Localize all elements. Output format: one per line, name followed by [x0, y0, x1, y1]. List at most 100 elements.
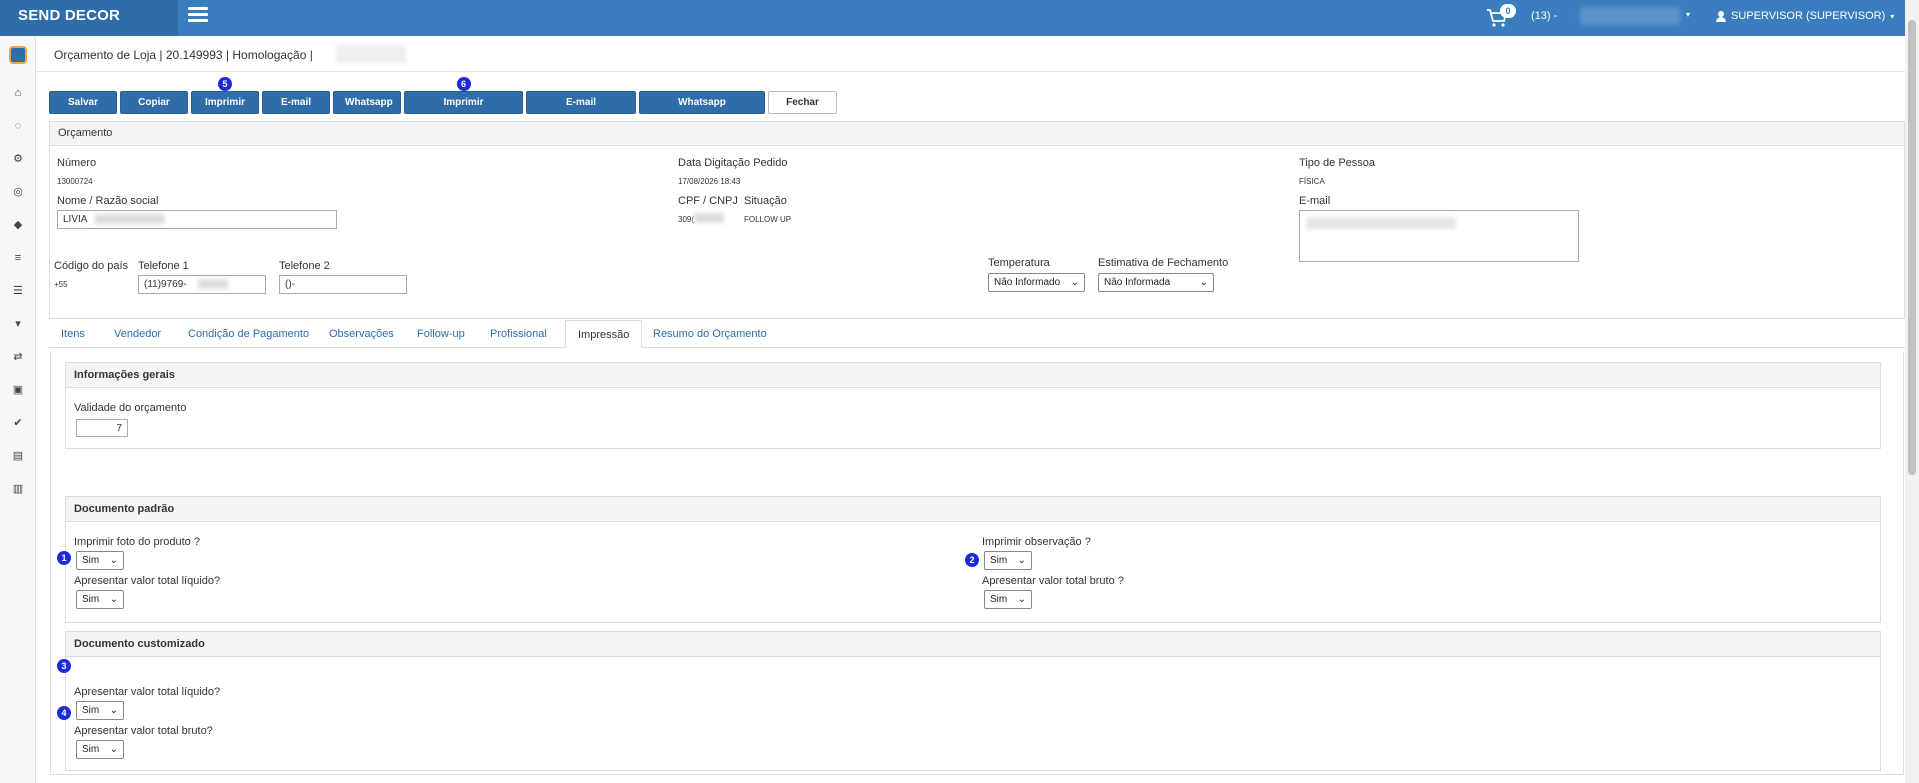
page-scrollbar[interactable] — [1905, 0, 1919, 783]
copy-button[interactable]: Copiar — [120, 91, 188, 114]
store-name-redacted — [1580, 7, 1680, 25]
spinner-icon[interactable]: ◌ — [12, 120, 24, 132]
imprimir-observacao-label: Imprimir observação ? — [982, 536, 1091, 548]
step-badge: 4 — [57, 706, 71, 720]
whatsapp-button[interactable]: Whatsapp — [333, 91, 401, 114]
home-icon[interactable]: ⌂ — [12, 87, 24, 99]
check-icon[interactable]: ✔ — [12, 417, 24, 429]
validade-value: 7 — [116, 423, 122, 434]
valor-bruto-label: Apresentar valor total bruto ? — [982, 575, 1124, 587]
tab-impressao[interactable]: Impressão — [565, 320, 643, 348]
panel-title: Orçamento — [50, 122, 1904, 146]
telefone2-input[interactable]: ()- — [279, 275, 407, 294]
chevron-down-icon: ⌄ — [1199, 277, 1208, 288]
tab-profissional[interactable]: Profissional — [478, 320, 559, 348]
codigo-pais-value: +55 — [54, 280, 68, 289]
imprimir-foto-select[interactable]: Sim ⌄ — [76, 551, 124, 570]
page-header: Orçamento de Loja | 20.149993 | Homologa… — [36, 36, 1905, 72]
email-custom-button[interactable]: E-mail customizado — [526, 91, 636, 129]
close-button[interactable]: Fechar — [768, 91, 837, 114]
cube-icon[interactable]: ◆ — [12, 219, 24, 231]
top-navbar: SEND DECOR 0 (13) - ▾ SUPERVISOR (SUPERV… — [0, 0, 1905, 36]
validade-input[interactable]: 7 — [76, 419, 128, 437]
whatsapp-custom-button[interactable]: Whatsapp customizado — [639, 91, 765, 129]
section-title: Informações gerais — [66, 363, 1880, 388]
data-digitacao-label: Data Digitação Pedido — [678, 157, 788, 169]
app-logo-icon[interactable] — [9, 46, 27, 64]
chevron-down-icon: ⌄ — [109, 555, 118, 566]
cpf-redacted — [694, 213, 724, 223]
valor-liquido-value: Sim — [82, 594, 100, 605]
tipo-pessoa-label: Tipo de Pessoa — [1299, 157, 1376, 169]
briefcase-icon[interactable]: ▣ — [12, 384, 24, 396]
target-icon[interactable]: ◎ — [12, 186, 24, 198]
valor-liquido-select[interactable]: Sim ⌄ — [76, 590, 124, 609]
database-icon[interactable]: ≡ — [12, 252, 24, 264]
nome-redacted — [95, 214, 165, 224]
tab-vendedor[interactable]: Vendedor — [102, 320, 173, 348]
telefone1-label: Telefone 1 — [138, 260, 189, 272]
cart-icon[interactable]: ▾ — [12, 318, 24, 330]
tab-bar: Itens Vendedor Condição de Pagamento Obs… — [49, 320, 1905, 348]
estimativa-select[interactable]: Não Informada ⌄ — [1098, 273, 1214, 292]
tab-follow-up[interactable]: Follow-up — [405, 320, 477, 348]
menu-toggle-icon[interactable] — [188, 7, 208, 23]
estimativa-label: Estimativa de Fechamento — [1098, 257, 1229, 269]
orcamento-panel: Orçamento Número 13000724 Data Digitação… — [49, 121, 1905, 319]
tab-observacoes[interactable]: Observações — [317, 320, 406, 348]
user-name: SUPERVISOR (SUPERVISOR) — [1731, 10, 1886, 22]
image-icon[interactable]: ▤ — [12, 450, 24, 462]
imprimir-observacao-select[interactable]: Sim ⌄ — [984, 551, 1032, 570]
tab-resumo-orcamento[interactable]: Resumo do Orçamento — [641, 320, 779, 348]
user-menu[interactable]: SUPERVISOR (SUPERVISOR) ▾ — [1716, 10, 1894, 22]
email-button[interactable]: E-mail — [262, 91, 330, 114]
store-selector[interactable]: (13) - — [1531, 10, 1557, 22]
valor-liquido-label: Apresentar valor total líquido? — [74, 575, 221, 587]
imprimir-observacao-value: Sim — [990, 555, 1008, 566]
telefone1-redacted — [198, 279, 228, 289]
situacao-label: Situação — [744, 195, 787, 207]
section-title: Documento padrão — [66, 497, 1880, 522]
estimativa-value: Não Informada — [1104, 277, 1171, 288]
brand-logo[interactable]: SEND DECOR — [0, 0, 178, 36]
chevron-down-icon: ⌄ — [109, 744, 118, 755]
chevron-down-icon: ⌄ — [1070, 277, 1079, 288]
chart-icon[interactable]: ▥ — [12, 483, 24, 495]
documento-customizado-panel: Documento customizado Apresentar valor t… — [65, 631, 1881, 771]
valor-bruto-value: Sim — [990, 594, 1008, 605]
telefone2-value: ()- — [285, 279, 295, 290]
codigo-pais-label: Código do país — [54, 260, 128, 272]
imprimir-foto-value: Sim — [82, 555, 100, 566]
numero-value: 13000724 — [57, 177, 93, 186]
temperatura-value: Não Informado — [994, 277, 1061, 288]
tab-condicao-pagamento[interactable]: Condição de Pagamento — [176, 320, 321, 348]
exchange-icon[interactable]: ⇄ — [12, 351, 24, 363]
custom-valor-bruto-select[interactable]: Sim ⌄ — [76, 740, 124, 759]
scrollbar-thumb[interactable] — [1908, 20, 1916, 475]
chevron-down-icon[interactable]: ▾ — [1686, 10, 1690, 19]
data-digitacao-value: 17/08/2026 18:43 — [678, 177, 741, 186]
custom-valor-liquido-select[interactable]: Sim ⌄ — [76, 701, 124, 720]
title-redacted — [336, 45, 406, 63]
email-redacted — [1306, 217, 1456, 229]
print-custom-button[interactable]: Imprimir customizado 6 — [404, 77, 523, 129]
valor-bruto-select[interactable]: Sim ⌄ — [984, 590, 1032, 609]
cpf-value: 309( — [678, 215, 695, 224]
user-icon — [1716, 10, 1726, 22]
cart-count-badge: 0 — [1500, 4, 1516, 18]
sidebar: ⌂ ◌ ⚙ ◎ ◆ ≡ ☰ ▾ ⇄ ▣ ✔ ▤ ▥ — [0, 36, 36, 783]
validade-label: Validade do orçamento — [74, 402, 187, 414]
save-button[interactable]: Salvar — [49, 91, 117, 114]
situacao-value: FOLLOW UP — [744, 215, 792, 224]
sliders-icon[interactable]: ☰ — [12, 285, 24, 297]
section-title: Documento customizado — [66, 632, 1880, 657]
imprimir-foto-label: Imprimir foto do produto ? — [74, 536, 200, 548]
cpf-label: CPF / CNPJ — [678, 195, 738, 207]
print-button[interactable]: Imprimir 5 — [191, 77, 259, 114]
temperatura-select[interactable]: Não Informado ⌄ — [988, 273, 1085, 292]
cogs-icon[interactable]: ⚙ — [12, 153, 24, 165]
custom-valor-bruto-label: Apresentar valor total bruto? — [74, 725, 213, 737]
chevron-down-icon: ▾ — [1890, 11, 1895, 21]
action-toolbar: Salvar Copiar Imprimir 5 E-mail Whatsapp… — [49, 77, 837, 129]
tab-itens[interactable]: Itens — [49, 320, 97, 348]
